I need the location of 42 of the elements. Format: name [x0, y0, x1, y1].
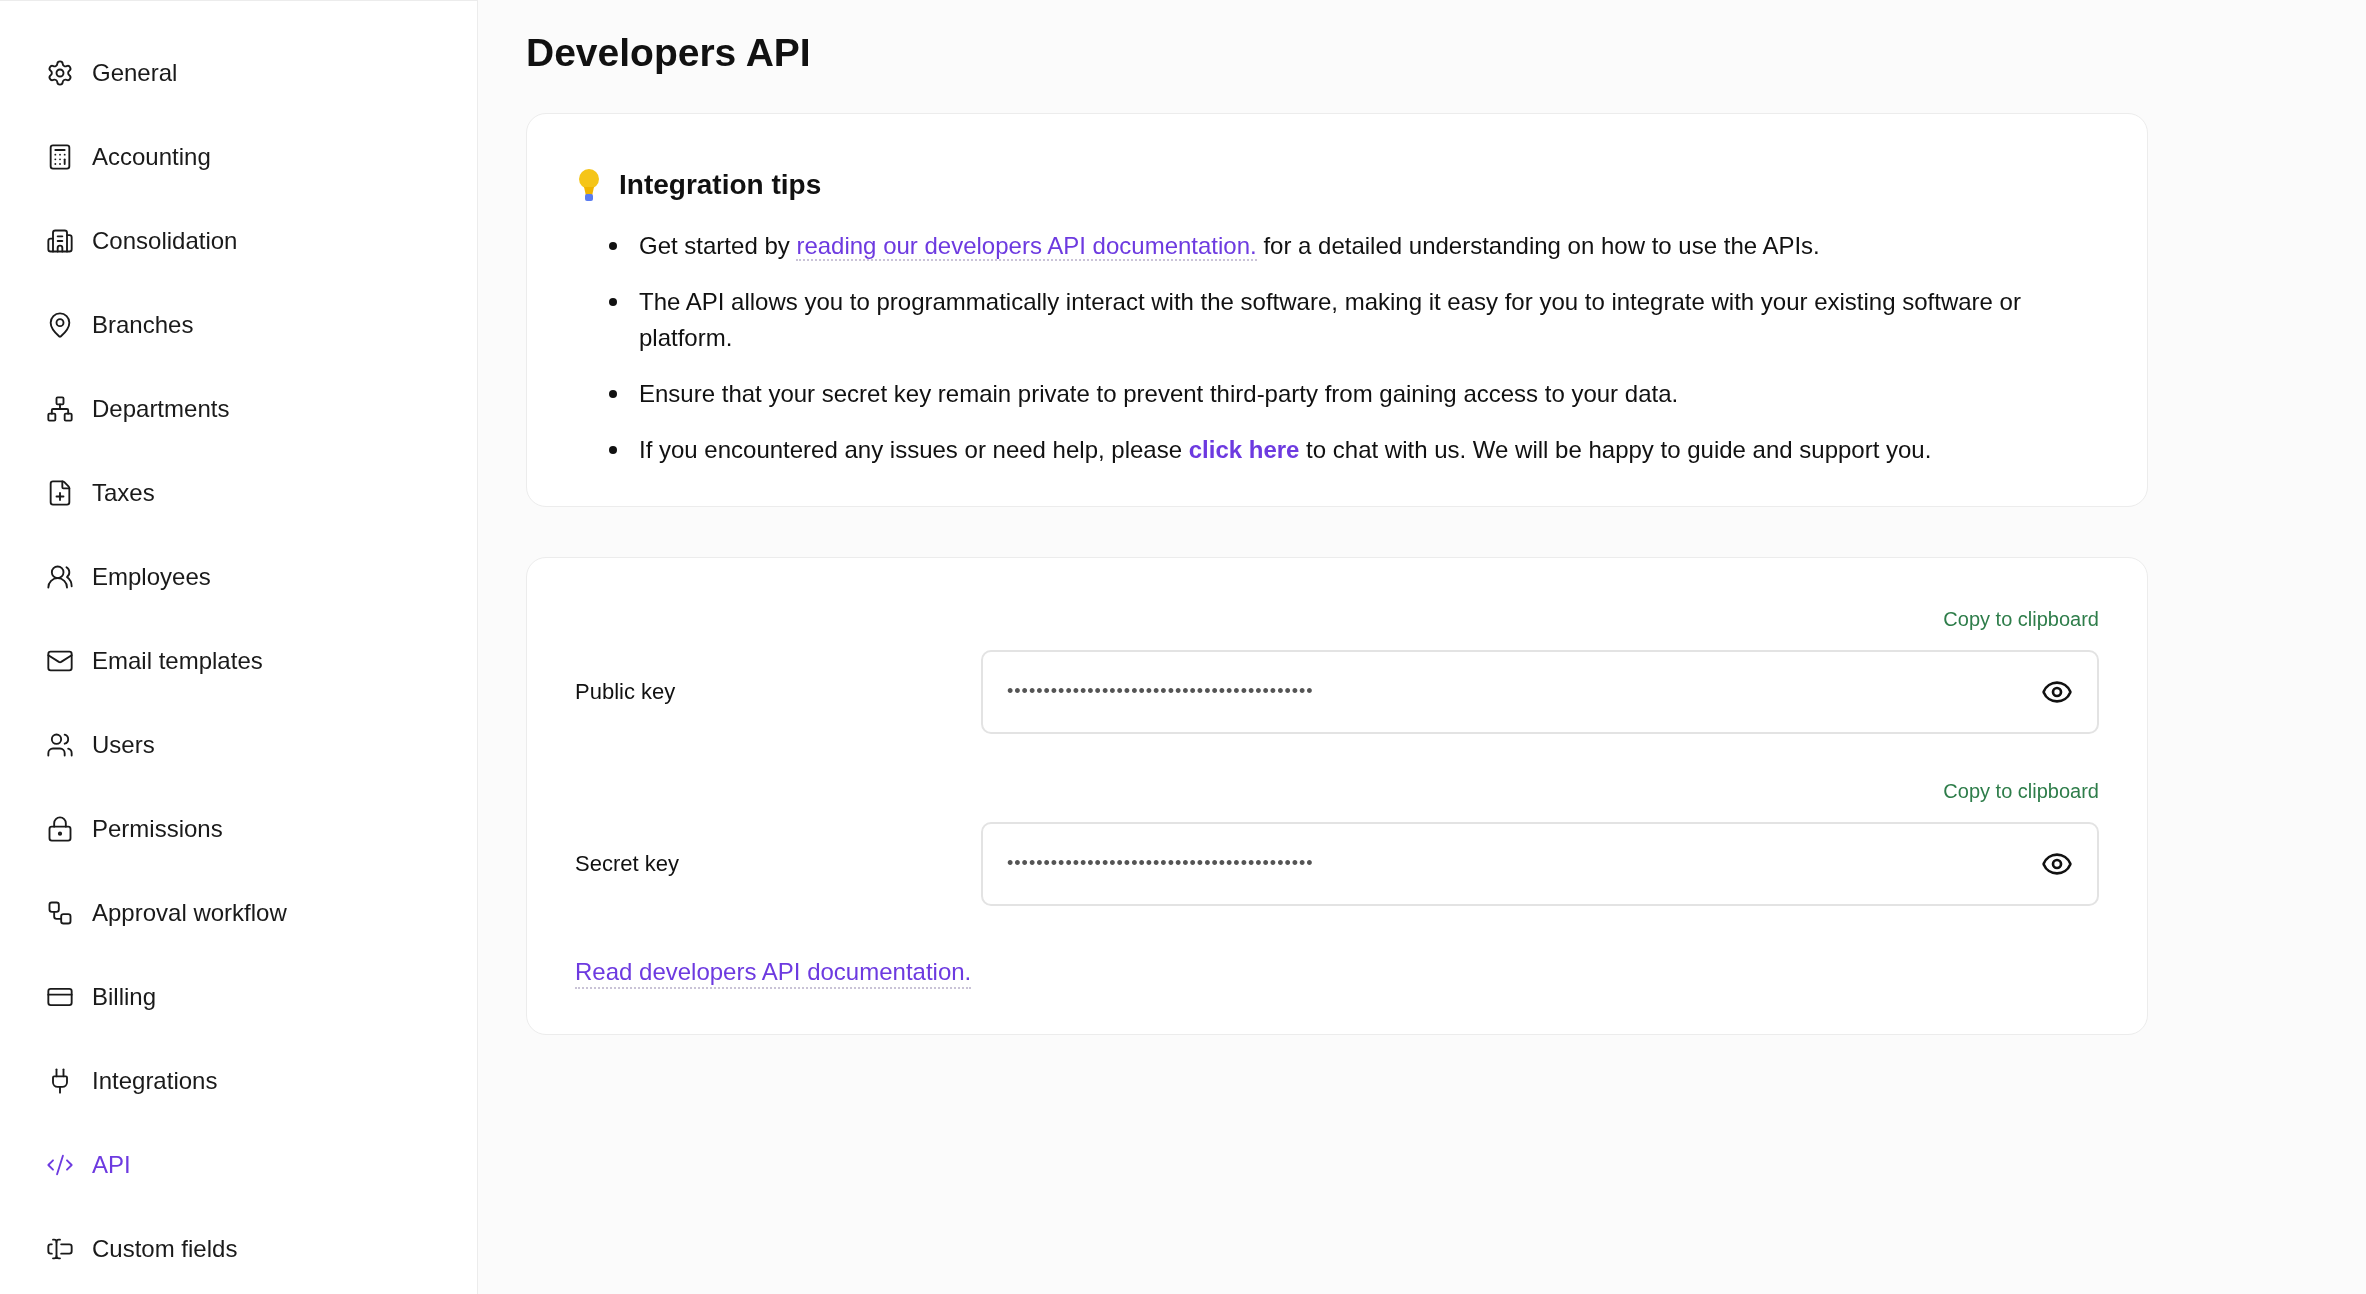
copy-button[interactable]: Copy to clipboard [1943, 603, 2099, 634]
lock-icon [46, 815, 74, 843]
users-icon [46, 731, 74, 759]
sidebar-item[interactable]: Email templates [0, 619, 477, 703]
hierarchy-icon [46, 395, 74, 423]
key-field[interactable]: •••••••••••••••••••••••••••••••••••••••••• [981, 649, 2099, 734]
workflow-icon [46, 899, 74, 927]
bullet [609, 445, 617, 454]
page-title: Developers API [526, 30, 812, 76]
key-field[interactable]: •••••••••••••••••••••••••••••••••••••••••• [981, 821, 2099, 906]
bullet [609, 297, 617, 306]
sidebar-item[interactable]: Approval workflow [0, 871, 477, 955]
tip-text: The API allows you to programmatically interact with the software, making it easy for you to integrate with your existing software or platform. [639, 286, 2022, 353]
tip-text: If you encountered any issues or need help, please click here to chat with us. We will be happy to guide and support you. [639, 434, 1932, 465]
sidebar-item[interactable]: Branches [0, 283, 477, 367]
chat-link[interactable]: click here [1188, 435, 1300, 463]
sidebar-item[interactable]: Users [0, 703, 477, 787]
tip-text: Get started by reading our developers API documentation. for a detailed understanding on how to use the APIs. [639, 230, 1820, 263]
key-label: Public key [575, 678, 677, 706]
tips-title: Integration tips [619, 167, 822, 202]
sidebar-item[interactable]: Accounting [0, 115, 477, 199]
bullet [609, 241, 617, 250]
sidebar-item[interactable]: Permissions [0, 787, 477, 871]
sidebar-item[interactable]: General [0, 31, 477, 115]
sidebar-item[interactable]: Departments [0, 367, 477, 451]
documentation-link[interactable]: Read developers API documentation. [575, 957, 972, 989]
tip-text: Ensure that your secret key remain private to prevent third-party from gaining access to your data. [639, 378, 1679, 409]
copy-button[interactable]: Copy to clipboard [1943, 775, 2099, 806]
documentation-link[interactable]: reading our developers API documentation. [796, 231, 1257, 261]
sidebar-item[interactable]: Employees [0, 535, 477, 619]
sidebar-item[interactable]: Taxes [0, 451, 477, 535]
sidebar-item[interactable]: API [0, 1123, 477, 1207]
sidebar-item[interactable]: Consolidation [0, 199, 477, 283]
gear-icon [46, 59, 74, 87]
sidebar-item[interactable]: Integrations [0, 1039, 477, 1123]
people-icon [46, 563, 74, 591]
key-label: Secret key [575, 850, 680, 878]
lightbulb-icon [577, 167, 601, 202]
sidebar-item[interactable]: Custom fields [0, 1207, 477, 1291]
buildings-icon [46, 227, 74, 255]
sidebar-item[interactable]: Billing [0, 955, 477, 1039]
bullet [609, 389, 617, 398]
